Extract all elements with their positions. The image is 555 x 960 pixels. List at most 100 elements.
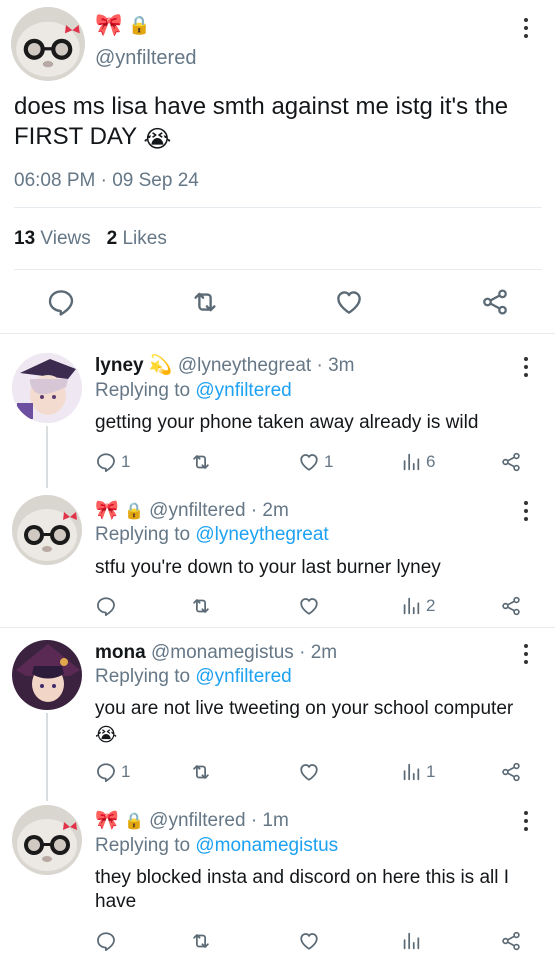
views-action[interactable]: [400, 930, 422, 952]
retweet-action[interactable]: [190, 595, 212, 617]
more-vertical-icon[interactable]: [516, 807, 536, 835]
cat-glasses-avatar-image: [12, 805, 82, 875]
reply-text-body: you are not live tweeting on your school…: [95, 698, 514, 719]
like-action[interactable]: [298, 930, 320, 952]
share-action[interactable]: [500, 761, 522, 783]
reply-text: stfu you're down to your last burner lyn…: [95, 557, 441, 578]
reply-time: · 3m: [316, 355, 355, 376]
tweet-text: does ms lisa have smth against me istg i…: [14, 92, 544, 155]
retweet-icon[interactable]: [190, 287, 220, 317]
share-icon[interactable]: [500, 595, 522, 617]
username-handle[interactable]: @ynfiltered: [149, 810, 245, 831]
cat-glasses-avatar-image: [11, 7, 85, 81]
share-icon[interactable]: [480, 287, 510, 317]
retweet-icon[interactable]: [190, 595, 212, 617]
reply-icon[interactable]: [95, 761, 117, 783]
views-action[interactable]: 2: [400, 595, 435, 617]
reply-icon[interactable]: [95, 595, 117, 617]
thread-line: [46, 713, 48, 801]
view-count: 1: [426, 762, 436, 781]
heart-icon[interactable]: [298, 595, 320, 617]
like-action[interactable]: [298, 761, 320, 783]
username-handle[interactable]: @ynfiltered: [149, 500, 245, 521]
lock-icon: 🔒: [123, 813, 144, 830]
views-icon[interactable]: [400, 761, 422, 783]
avatar[interactable]: [11, 7, 85, 81]
cat-glasses-avatar-image: [12, 495, 82, 565]
anime-avatar-image: [12, 640, 82, 710]
heart-icon[interactable]: [298, 761, 320, 783]
avatar[interactable]: [12, 495, 82, 565]
display-name[interactable]: mona: [95, 642, 146, 663]
bow-emoji: 🎀: [95, 12, 123, 37]
heart-icon[interactable]: [298, 451, 320, 473]
heart-icon[interactable]: [298, 930, 320, 952]
replying-to-label: Replying to: [95, 524, 191, 545]
reply-action[interactable]: [95, 930, 117, 952]
anime-avatar-image: [12, 353, 82, 423]
reply-action[interactable]: 1: [95, 451, 130, 473]
views-icon[interactable]: [400, 930, 422, 952]
profile-badges: 🎀 🔒: [95, 14, 151, 36]
share-action[interactable]: [500, 451, 522, 473]
views-icon[interactable]: [400, 451, 422, 473]
like-action[interactable]: 1: [298, 451, 333, 473]
share-icon[interactable]: [500, 451, 522, 473]
username-handle[interactable]: @lyneythegreat: [178, 355, 311, 376]
retweet-icon[interactable]: [190, 761, 212, 783]
divider: [0, 627, 555, 628]
more-vertical-icon[interactable]: [516, 497, 536, 525]
avatar[interactable]: [12, 640, 82, 710]
username-handle[interactable]: @ynfiltered: [95, 47, 196, 70]
replying-to-link[interactable]: @ynfiltered: [195, 666, 291, 687]
replying-to: Replying to @lyneythegreat: [95, 524, 329, 546]
retweet-action[interactable]: [190, 930, 212, 952]
reply-action[interactable]: 1: [95, 761, 130, 783]
bow-emoji: 🎀: [95, 810, 119, 831]
lock-icon: 🔒: [128, 15, 151, 35]
reply-icon[interactable]: [95, 930, 117, 952]
replying-to-link[interactable]: @lyneythegreat: [195, 524, 328, 545]
reply-header: 🎀 🔒 @ynfiltered · 2m: [95, 500, 289, 523]
more-vertical-icon[interactable]: [516, 640, 536, 668]
more-vertical-icon[interactable]: [516, 14, 536, 42]
username-handle[interactable]: @monamegistus: [151, 642, 294, 663]
share-icon[interactable]: [500, 930, 522, 952]
display-name[interactable]: lyney: [95, 355, 144, 376]
reply-action[interactable]: [95, 595, 117, 617]
replying-to: Replying to @monamegistus: [95, 835, 338, 857]
likes-label[interactable]: Likes: [122, 228, 166, 249]
tweet-text-body: does ms lisa have smth against me istg i…: [14, 93, 509, 150]
reply-text: you are not live tweeting on your school…: [95, 697, 515, 748]
replying-to-link[interactable]: @ynfiltered: [195, 380, 291, 401]
heart-icon[interactable]: [334, 287, 364, 317]
share-action[interactable]: [500, 930, 522, 952]
views-label[interactable]: Views: [40, 228, 90, 249]
like-action[interactable]: [298, 595, 320, 617]
share-action[interactable]: [500, 595, 522, 617]
reply-time: · 2m: [299, 642, 338, 663]
share-icon[interactable]: [500, 761, 522, 783]
avatar[interactable]: [12, 805, 82, 875]
replying-to-link[interactable]: @monamegistus: [195, 835, 338, 856]
reply-icon[interactable]: [95, 451, 117, 473]
views-action[interactable]: 6: [400, 451, 435, 473]
view-count: 2: [426, 596, 436, 615]
reply-header: lyney 💫 @lyneythegreat · 3m: [95, 355, 354, 377]
more-vertical-icon[interactable]: [516, 353, 536, 381]
divider: [0, 333, 555, 334]
reply-time: · 2m: [250, 500, 289, 521]
views-icon[interactable]: [400, 595, 422, 617]
retweet-action[interactable]: [190, 451, 212, 473]
view-count: 6: [426, 452, 436, 471]
retweet-action[interactable]: [190, 761, 212, 783]
retweet-icon[interactable]: [190, 451, 212, 473]
avatar[interactable]: [12, 353, 82, 423]
likes-count: 2: [106, 228, 118, 249]
bow-emoji: 🎀: [95, 500, 119, 521]
divider: [14, 269, 542, 270]
reply-icon[interactable]: [46, 287, 76, 317]
replying-to-label: Replying to: [95, 835, 191, 856]
views-action[interactable]: 1: [400, 761, 435, 783]
retweet-icon[interactable]: [190, 930, 212, 952]
